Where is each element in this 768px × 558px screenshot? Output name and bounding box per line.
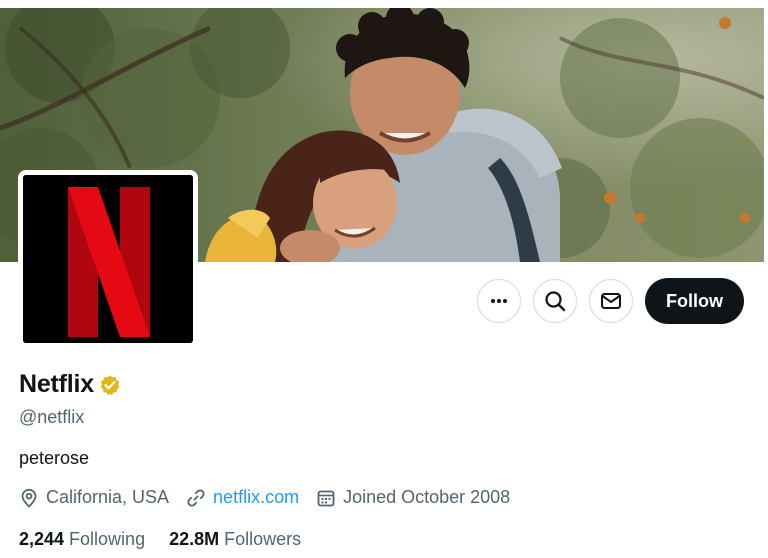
followers-label: Followers [224,529,302,549]
profile-actions: Follow [477,278,744,324]
followers-stat[interactable]: 22.8M Followers [169,529,301,550]
more-dots-icon [489,291,509,311]
profile-avatar[interactable] [18,170,198,348]
name-row: Netflix [19,370,121,399]
search-icon [544,290,566,312]
search-button[interactable] [533,279,577,323]
profile-bio: peterose [19,448,90,468]
meta-website[interactable]: netflix.com [186,487,299,508]
meta-location: California, USA [19,487,169,508]
message-button[interactable] [589,279,633,323]
meta-joined: Joined October 2008 [316,487,510,508]
netflix-logo [23,175,193,343]
location-text: California, USA [46,487,170,507]
location-pin-icon [19,488,39,508]
profile-meta: California, USA netflix.com Joined Octob… [19,487,527,508]
follow-button[interactable]: Follow [645,278,744,324]
calendar-icon [316,488,336,508]
envelope-icon [600,290,622,312]
verified-badge-icon[interactable] [99,374,121,396]
link-icon [186,488,206,508]
followers-count: 22.8M [169,529,220,549]
website-link[interactable]: netflix.com [213,487,299,508]
joined-text: Joined October 2008 [343,487,511,507]
following-label: Following [69,529,146,549]
profile-header: Follow Netflix @netflix peterose Califor… [0,0,768,558]
more-button[interactable] [477,279,521,323]
profile-stats: 2,244 Following 22.8M Followers [19,529,325,550]
top-strip [0,0,768,8]
following-count: 2,244 [19,529,65,549]
profile-handle: @netflix [19,407,85,427]
display-name: Netflix [19,370,95,398]
following-stat[interactable]: 2,244 Following [19,529,145,550]
